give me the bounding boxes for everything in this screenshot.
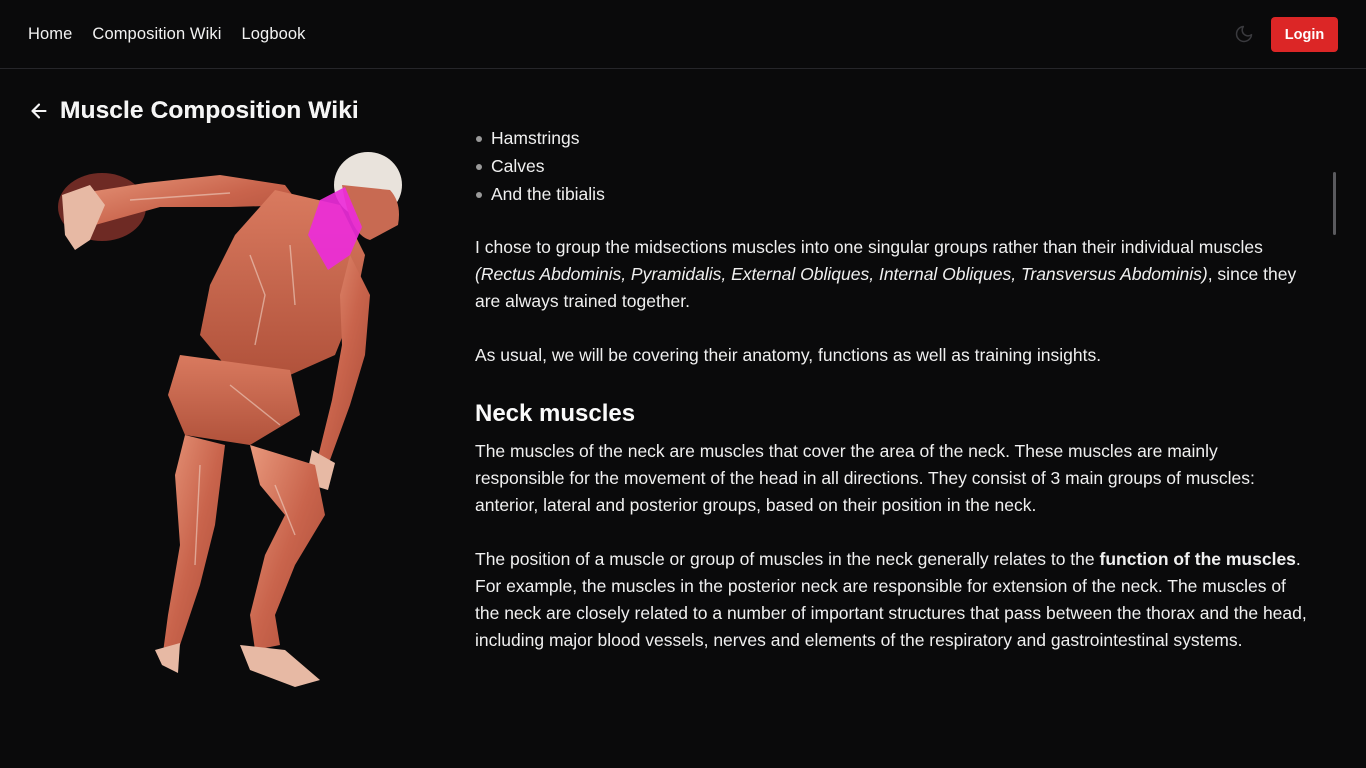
top-navbar: Home Composition Wiki Logbook Login — [0, 0, 1366, 69]
login-button[interactable]: Login — [1271, 17, 1338, 52]
list-item: And the tibialis — [475, 180, 1310, 208]
list-item: Calves — [475, 152, 1310, 180]
nav-links: Home Composition Wiki Logbook — [28, 0, 326, 68]
page-title: Muscle Composition Wiki — [60, 97, 359, 124]
intro-text-italic: (Rectus Abdominis, Pyramidalis, External… — [475, 264, 1208, 284]
content-scroll-clip — [470, 69, 1330, 125]
back-button[interactable] — [28, 100, 50, 122]
article-content: Hamstrings Calves And the tibialis I cho… — [475, 124, 1310, 654]
muscle-figure-illustration — [58, 152, 402, 687]
page-header: Muscle Composition Wiki — [28, 97, 359, 125]
moon-icon — [1235, 25, 1253, 43]
nav-link-home[interactable]: Home — [28, 25, 72, 44]
intro-text-start: I chose to group the midsections muscles… — [475, 237, 1263, 257]
intro-paragraph-2: As usual, we will be covering their anat… — [475, 345, 1102, 365]
neck-paragraph-1: The muscles of the neck are muscles that… — [475, 441, 1255, 515]
list-item: Hamstrings — [475, 124, 1310, 152]
arrow-left-icon — [31, 103, 47, 119]
muscle-figure[interactable] — [50, 145, 420, 695]
nav-link-composition-wiki[interactable]: Composition Wiki — [92, 25, 221, 44]
theme-toggle-button[interactable] — [1233, 23, 1255, 45]
section-heading-neck: Neck muscles — [475, 400, 636, 427]
neck-paragraph-2: The position of a muscle or group of mus… — [475, 546, 1310, 654]
neck-text-bold: function of the muscles — [1099, 549, 1296, 569]
intro-paragraph-1: I chose to group the midsections muscles… — [475, 234, 1310, 315]
nav-link-logbook[interactable]: Logbook — [241, 25, 305, 44]
muscle-group-list: Hamstrings Calves And the tibialis — [475, 124, 1310, 208]
content-scrollbar[interactable] — [1333, 172, 1336, 235]
neck-text-start: The position of a muscle or group of mus… — [475, 549, 1100, 569]
